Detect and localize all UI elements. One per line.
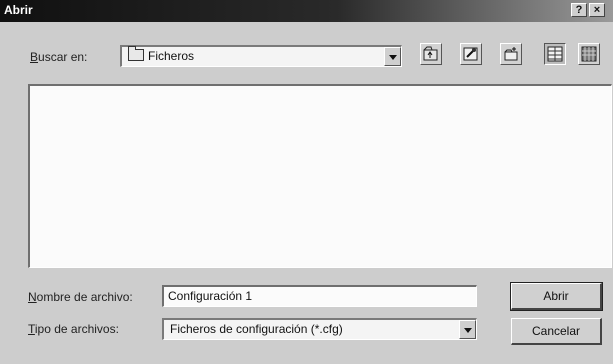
details-view-icon[interactable] — [578, 43, 600, 65]
chevron-down-icon[interactable] — [459, 320, 476, 339]
chevron-down-icon[interactable] — [384, 47, 401, 66]
close-button[interactable]: × — [589, 3, 605, 17]
open-button[interactable]: Abrir — [510, 282, 603, 311]
filetype-label: Tipo de archivos: — [28, 322, 119, 336]
file-list[interactable] — [28, 84, 612, 268]
desktop-icon[interactable] — [460, 43, 482, 65]
filetype-combo[interactable]: Ficheros de configuración (*.cfg) — [162, 318, 477, 340]
filename-input[interactable]: Configuración 1 — [162, 285, 477, 307]
filename-label: Nombre de archivo: — [28, 290, 133, 304]
title-bar: Abrir ? × — [0, 0, 613, 22]
cancel-button[interactable]: Cancelar — [511, 318, 602, 345]
up-folder-icon[interactable] — [420, 43, 442, 65]
help-button[interactable]: ? — [571, 3, 587, 17]
folder-icon — [128, 46, 144, 61]
look-in-value: Ficheros — [148, 49, 195, 63]
new-folder-icon[interactable] — [500, 43, 522, 65]
look-in-combo[interactable]: Ficheros — [120, 45, 402, 67]
open-dialog: Abrir ? × Buscar en: Ficheros Nombre de … — [0, 0, 613, 364]
list-view-icon[interactable] — [544, 43, 566, 65]
filename-value: Configuración 1 — [168, 289, 253, 303]
look-in-label: Buscar en: — [30, 50, 88, 64]
dialog-title: Abrir — [4, 3, 33, 17]
filetype-value: Ficheros de configuración (*.cfg) — [170, 322, 343, 336]
